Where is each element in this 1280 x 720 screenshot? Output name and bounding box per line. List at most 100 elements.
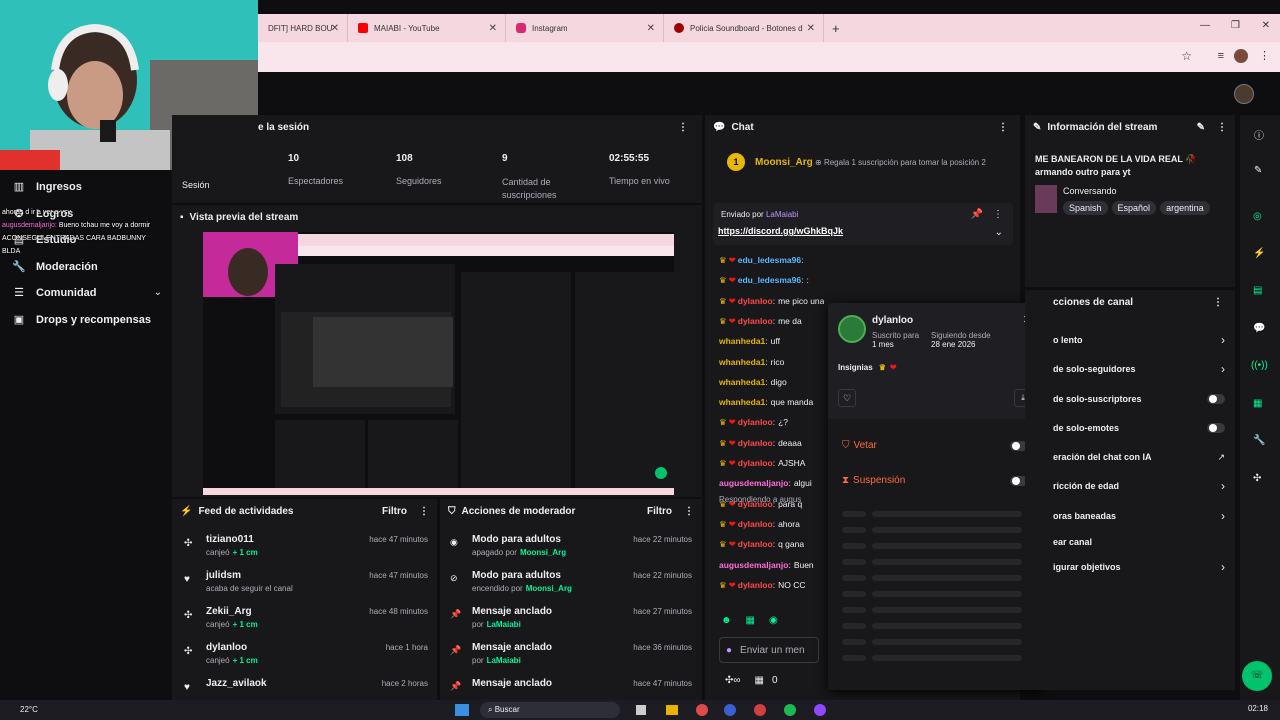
activity-item[interactable]: ♥ julidsm acaba de seguir el canal hace 47 … (182, 570, 430, 600)
chat-username[interactable]: whanheda1 (719, 357, 765, 367)
new-tab-icon[interactable]: + (832, 21, 840, 36)
chat-message[interactable]: ♛ ❤ dylanloo: q gana (719, 538, 824, 552)
spotify-icon[interactable] (784, 704, 796, 716)
windows-start-icon[interactable] (455, 704, 469, 716)
activity-item[interactable]: ✣ dylanloo canjeó + 1 cm hace 1 hora (182, 642, 430, 672)
more-icon[interactable]: ⋮ (1213, 297, 1223, 308)
channel-action-item[interactable]: de solo-seguidores › (1053, 361, 1225, 377)
list-icon[interactable]: ▤ (1253, 285, 1262, 296)
chat-message[interactable]: ♛ ❤ dylanloo: ahora (719, 518, 824, 532)
activity-user[interactable]: Jazz_avilaok (206, 678, 267, 689)
chat-username[interactable]: dylanloo (738, 539, 773, 549)
chat-message[interactable]: ♛ ❤ dylanloo: ¿? (719, 416, 824, 430)
activity-item[interactable]: ✣ Zekii_Arg canjeó + 1 cm hace 48 minutos (182, 606, 430, 636)
chat-username[interactable]: whanheda1 (719, 377, 765, 387)
chat-icon[interactable]: 💬 (1253, 323, 1265, 334)
pinned-link[interactable]: https://discord.gg/wGhkBqJk (718, 226, 843, 236)
chat-username[interactable]: dylanloo (738, 316, 773, 326)
more-icon[interactable]: ⋮ (419, 506, 429, 517)
app-icon[interactable] (754, 704, 766, 716)
bolt-icon[interactable]: ⚡ (1253, 248, 1265, 259)
twitch-icon[interactable] (814, 704, 826, 716)
chat-message[interactable]: augusdemaljanjo: algui (719, 477, 824, 491)
tag[interactable]: Spanish (1063, 201, 1108, 215)
bits-icon[interactable]: ✣∞ (725, 675, 741, 686)
filter-button[interactable]: Filtro (647, 506, 672, 517)
user-name[interactable]: dylanloo (872, 315, 913, 326)
channel-action-item[interactable]: de solo-suscriptores (1053, 391, 1225, 407)
channel-action-item[interactable]: eración del chat con IA ↗ (1053, 449, 1225, 465)
activity-user[interactable]: Zekii_Arg (206, 606, 252, 617)
tag[interactable]: Español (1111, 201, 1157, 215)
browser-tab[interactable]: DFIT] HARD BOU ✕ (258, 14, 348, 42)
chat-username[interactable]: edu_ledesma96 (738, 255, 801, 265)
taskbar-search[interactable]: ⌕ Buscar (480, 702, 620, 718)
mic-icon[interactable]: ● (726, 645, 732, 656)
star-icon[interactable]: ☆ (1181, 49, 1192, 63)
emote-icon[interactable]: ▦ (746, 615, 755, 626)
chat-username[interactable]: dylanloo (738, 458, 773, 468)
channel-action-item[interactable]: ricción de edad › (1053, 478, 1225, 494)
edit-icon[interactable]: ✎ (1197, 122, 1205, 133)
chat-username[interactable]: edu_ledesma96 (738, 275, 801, 285)
more-icon[interactable]: ⋮ (1217, 122, 1227, 133)
chevron-down-icon[interactable]: ⌄ (995, 227, 1003, 238)
more-icon[interactable]: ⋮ (993, 209, 1003, 220)
more-icon[interactable]: ⋮ (678, 122, 688, 133)
chat-message[interactable]: augusdemaljanjo: Buen (719, 559, 824, 573)
chat-message[interactable]: whanheda1: uff (719, 335, 824, 349)
browser-tab[interactable]: MAIABI - YouTube ✕ (348, 14, 506, 42)
menu-icon[interactable]: ⋮ (1259, 49, 1270, 62)
app-icon[interactable] (724, 704, 736, 716)
emote-icon[interactable]: ☻ (721, 615, 732, 626)
layout-icon[interactable]: ▦ (1253, 398, 1262, 409)
setting-toggle[interactable] (1207, 394, 1225, 404)
activity-item[interactable]: ✣ tiziano011 canjeó + 1 cm hace 47 minutos (182, 534, 430, 564)
minimize-icon[interactable]: — (1200, 20, 1210, 31)
browser-tab[interactable]: Instagram ✕ (506, 14, 664, 42)
chat-message[interactable]: ♛ ❤ dylanloo: deaaa (719, 437, 824, 451)
activity-user[interactable]: dylanloo (206, 642, 247, 653)
close-window-icon[interactable]: ✕ (1262, 20, 1270, 31)
activity-user[interactable]: tiziano011 (206, 534, 254, 545)
sidebar-item-ingresos[interactable]: ▥ Ingresos (12, 180, 82, 194)
sidebar-item-comunidad[interactable]: ☰ Comunidad ⌄ (12, 286, 162, 300)
user-avatar[interactable] (1234, 84, 1254, 104)
close-icon[interactable]: ✕ (331, 23, 339, 34)
channel-action-item[interactable]: ear canal (1053, 534, 1225, 550)
camera-icon[interactable]: ◎ (1253, 211, 1262, 222)
more-icon[interactable]: ⋮ (684, 506, 694, 517)
chat-username[interactable]: dylanloo (738, 417, 773, 427)
edit-icon[interactable]: ✎ (1254, 165, 1262, 176)
channel-action-item[interactable]: de solo-emotes (1053, 420, 1225, 436)
mod-action-item[interactable]: 📌 Mensaje anclado por LaMaiabi hace 27 minut… (450, 606, 694, 636)
stream-category[interactable]: Conversando (1063, 186, 1117, 196)
task-view-icon[interactable] (636, 705, 646, 715)
chat-username[interactable]: whanheda1 (719, 397, 765, 407)
chat-username[interactable]: dylanloo (738, 296, 773, 306)
close-icon[interactable]: ✕ (647, 23, 655, 34)
chat-username[interactable]: augusdemaljanjo (719, 560, 788, 570)
emote-icon[interactable]: ◉ (769, 615, 778, 626)
wrench-icon[interactable]: 🔧 (1253, 435, 1265, 446)
weather-widget[interactable]: 22°C (20, 705, 38, 714)
chat-message[interactable]: ♛ ❤ dylanloo: AJSHA (719, 457, 824, 471)
chat-username[interactable]: dylanloo (738, 580, 773, 590)
browser-icon[interactable] (696, 704, 708, 716)
chat-message[interactable]: ♛ ❤ dylanloo: NO CC (719, 579, 824, 593)
chat-message[interactable]: ♛ ❤ dylanloo: me da (719, 315, 824, 329)
mod-action-item[interactable]: 📌 Mensaje anclado por LaMaiabi hace 36 minut… (450, 642, 694, 672)
media-icon[interactable]: ≡ (1218, 50, 1224, 62)
sidebar-item-moderacion[interactable]: 🔧 Moderación (12, 260, 98, 274)
chat-message[interactable]: whanheda1: que manda (719, 396, 824, 410)
close-icon[interactable]: ✕ (489, 23, 497, 34)
chat-username[interactable]: whanheda1 (719, 336, 765, 346)
chat-message[interactable]: ♛❤dylanloo:me pico una avispa arriba de … (719, 295, 824, 309)
channel-action-item[interactable]: o lento › (1053, 332, 1225, 348)
chat-message[interactable]: whanheda1: rico (719, 356, 824, 370)
profile-avatar[interactable] (1234, 49, 1248, 63)
broadcast-icon[interactable]: ((•)) (1251, 360, 1268, 371)
file-explorer-icon[interactable] (666, 705, 678, 715)
more-icon[interactable]: ⋮ (998, 122, 1008, 133)
extensions-icon[interactable]: ✣ (1253, 473, 1261, 484)
